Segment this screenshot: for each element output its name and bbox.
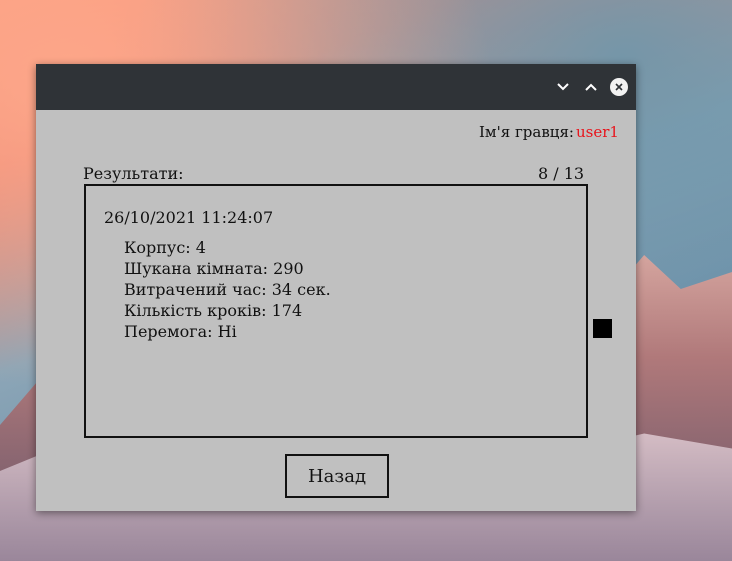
chevron-down-icon	[557, 83, 569, 91]
minimize-button[interactable]	[553, 77, 573, 97]
close-button[interactable]	[609, 77, 629, 97]
window-titlebar[interactable]	[36, 64, 636, 110]
chevron-up-icon	[585, 83, 597, 91]
entry-target-room: Шукана кімната: 290	[124, 259, 304, 278]
results-label: Результати:	[83, 164, 184, 183]
entry-datetime: 26/10/2021 11:24:07	[104, 208, 274, 227]
entry-building: Корпус: 4	[124, 238, 206, 257]
scroll-handle[interactable]	[593, 319, 612, 338]
close-icon	[615, 83, 623, 91]
entry-details: Корпус: 4 Шукана кімната: 290 Витрачений…	[124, 237, 331, 342]
player-name-value: user1	[576, 123, 619, 141]
entry-victory: Перемога: Ні	[124, 322, 237, 341]
back-button[interactable]: Назад	[285, 454, 389, 498]
entry-steps-count: Кількість кроків: 174	[124, 301, 303, 320]
player-name-label: Ім'я гравця:	[479, 123, 574, 141]
entry-time-spent: Витрачений час: 34 сек.	[124, 280, 331, 299]
page-counter: 8 / 13	[538, 164, 585, 183]
maximize-button[interactable]	[581, 77, 601, 97]
results-window: Ім'я гравця: user1 Результати: 8 / 13 26…	[36, 64, 636, 511]
results-entry-panel: 26/10/2021 11:24:07 Корпус: 4 Шукана кім…	[84, 184, 588, 438]
